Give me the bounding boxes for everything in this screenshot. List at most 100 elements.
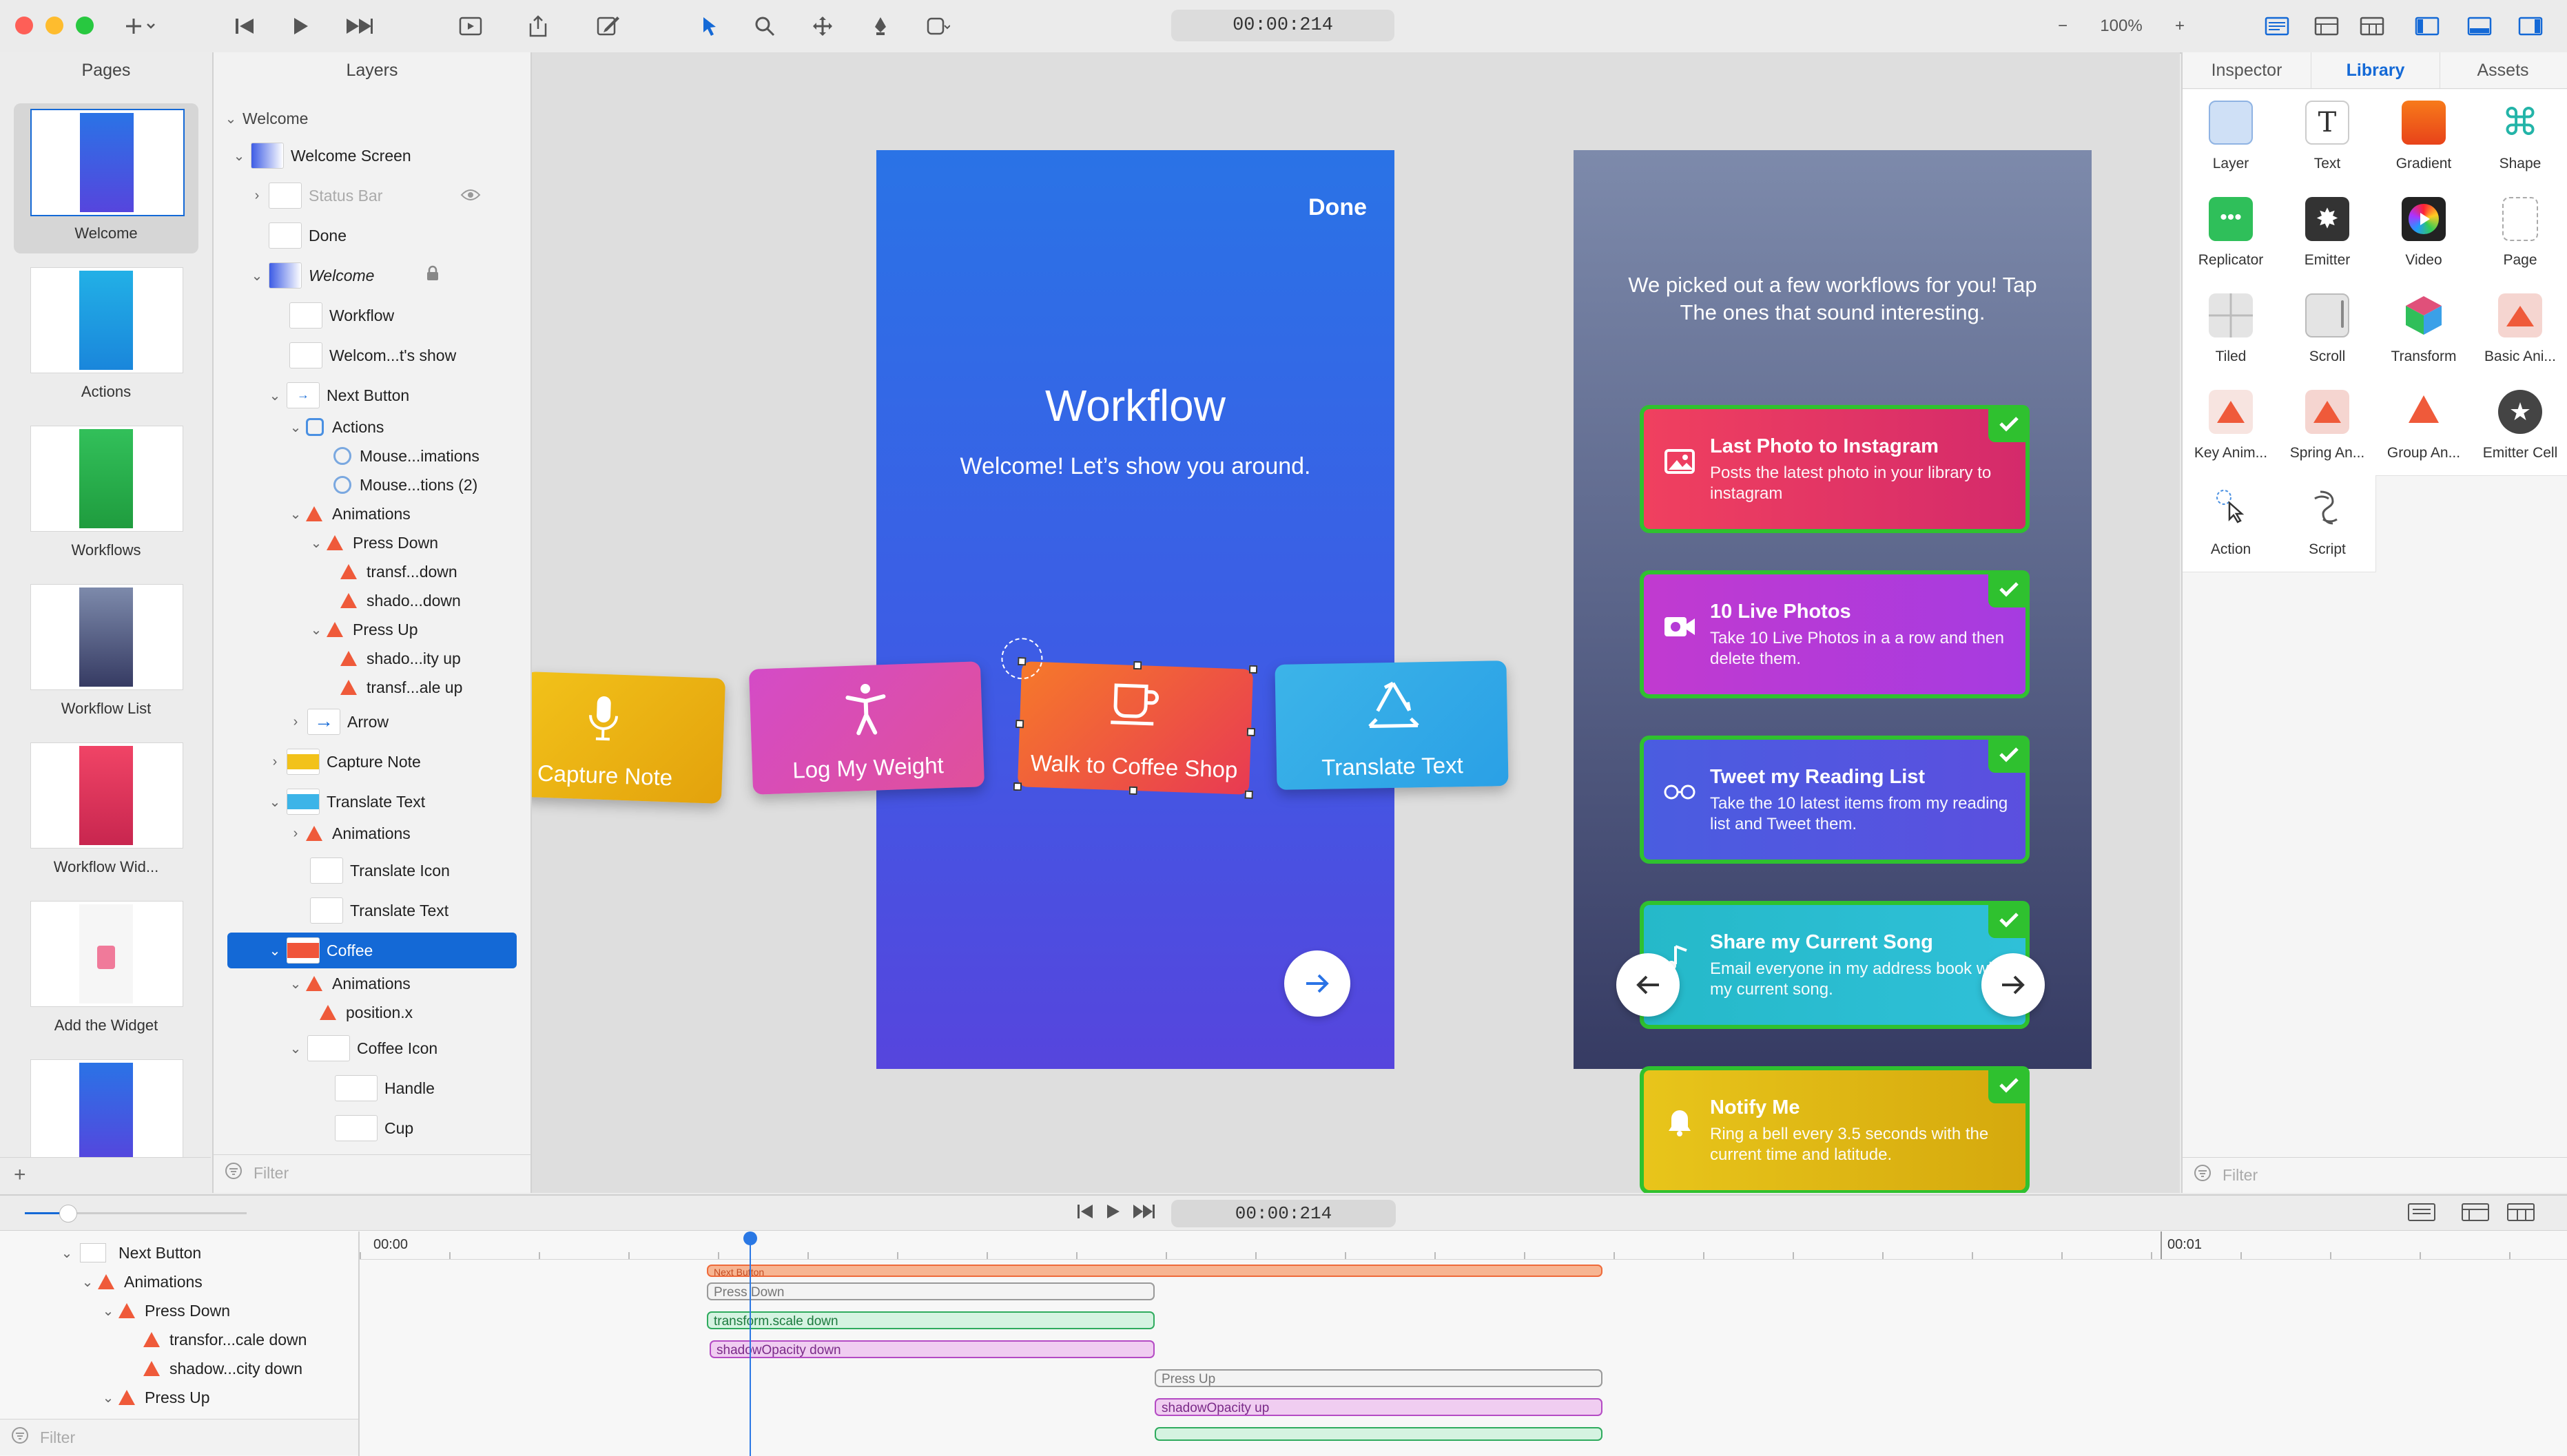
timeline-zoom-slider[interactable]	[25, 1205, 247, 1223]
chevron-down-icon[interactable]: ⌄	[101, 1302, 116, 1320]
timeline-bar[interactable]: shadowOpacity down	[710, 1340, 1155, 1358]
zoom-out-button[interactable]: −	[2049, 17, 2076, 36]
timeline-filter[interactable]: Filter	[0, 1419, 358, 1455]
page-add-the-widget[interactable]: Add the Widget	[14, 895, 198, 1046]
back-button[interactable]	[1616, 953, 1680, 1017]
library-item-emitter[interactable]: ✸ Emitter	[2279, 186, 2376, 283]
timeline-ruler[interactable]: 00:00 00:01	[360, 1231, 2567, 1260]
timeline-row[interactable]: ⌄ Press Down	[101, 1296, 230, 1325]
view-mode-1-icon[interactable]	[2260, 10, 2294, 43]
tab-inspector[interactable]: Inspector	[2183, 52, 2311, 88]
page-welcome[interactable]: Welcome	[14, 103, 198, 253]
resize-handle[interactable]	[1128, 786, 1138, 795]
layer-row[interactable]: ⌄ Welcome	[214, 258, 566, 293]
welcome-screen[interactable]: Done Workflow Welcome! Let’s show you ar…	[876, 150, 1394, 1069]
chevron-down-icon[interactable]: ⌄	[288, 975, 303, 992]
library-item-video[interactable]: Video	[2375, 186, 2473, 283]
next-button[interactable]	[1284, 950, 1350, 1017]
view-mode-3-icon[interactable]	[2355, 10, 2389, 43]
page-untitled[interactable]	[14, 1054, 198, 1157]
chevron-down-icon[interactable]: ⌄	[249, 267, 265, 284]
toggle-left-panel-icon[interactable]	[2410, 10, 2444, 43]
workflow-card-current-song[interactable]: Share my Current Song Email everyone in …	[1640, 901, 2030, 1029]
play-button[interactable]	[284, 10, 318, 43]
library-item-shape[interactable]: ⌘ Shape	[2472, 90, 2567, 187]
action-card-translate-text[interactable]: Translate Text	[1275, 661, 1509, 790]
workflow-card-notify-me[interactable]: Notify Me Ring a bell every 3.5 seconds …	[1640, 1066, 2030, 1193]
layer-row[interactable]: Done	[214, 218, 581, 253]
chevron-down-icon[interactable]: ⌄	[59, 1245, 74, 1262]
layer-group-welcome[interactable]: ⌄ Welcome	[214, 101, 540, 136]
resize-handle[interactable]	[1248, 665, 1258, 674]
close-window-button[interactable]	[15, 17, 33, 34]
zoom-in-button[interactable]: +	[2166, 17, 2194, 36]
chevron-down-icon[interactable]: ⌄	[267, 793, 282, 811]
chevron-down-icon[interactable]: ⌄	[309, 621, 324, 638]
timeline-bar[interactable]: Press Up	[1155, 1369, 1602, 1387]
edit-icon[interactable]	[591, 10, 626, 43]
library-item-replicator[interactable]: ••• Replicator	[2183, 186, 2280, 283]
library-item-transform[interactable]: Transform	[2375, 282, 2473, 379]
library-item-action[interactable]: Action	[2183, 475, 2280, 572]
canvas[interactable]: Done Workflow Welcome! Let’s show you ar…	[532, 52, 2180, 1193]
play-icon[interactable]	[1106, 1203, 1121, 1220]
share-icon[interactable]	[521, 10, 555, 43]
eye-icon[interactable]	[460, 187, 481, 205]
tab-library[interactable]: Library	[2311, 52, 2440, 88]
skip-back-icon[interactable]	[1076, 1203, 1094, 1220]
library-item-group-animation[interactable]: Group An...	[2375, 379, 2473, 476]
view-mode-2-icon[interactable]	[2309, 10, 2344, 43]
resize-handle[interactable]	[1015, 719, 1024, 729]
page-workflow-list[interactable]: Workflow List	[14, 579, 198, 729]
layer-row[interactable]: › Capture Note	[214, 744, 584, 780]
move-tool-icon[interactable]	[809, 10, 836, 43]
tab-assets[interactable]: Assets	[2439, 52, 2567, 88]
timeline-view-2-icon[interactable]	[2461, 1203, 2490, 1225]
resize-handle[interactable]	[1133, 661, 1142, 670]
chevron-down-icon[interactable]: ⌄	[267, 942, 282, 959]
present-icon[interactable]	[453, 10, 488, 43]
select-tool-icon[interactable]	[696, 10, 723, 43]
chevron-down-icon[interactable]: ⌄	[80, 1273, 95, 1291]
zoom-tool-icon[interactable]	[751, 10, 779, 43]
chevron-down-icon[interactable]: ⌄	[231, 147, 247, 165]
timeline-tracks[interactable]: Next Button Press Down transform.scale d…	[360, 1259, 2567, 1456]
timeline-row[interactable]: transfor...cale down	[141, 1325, 307, 1354]
page-actions[interactable]: Actions	[14, 262, 198, 412]
workflow-card-last-photo[interactable]: Last Photo to Instagram Posts the latest…	[1640, 405, 2030, 533]
playhead[interactable]	[743, 1231, 757, 1456]
chevron-down-icon[interactable]: ⌄	[288, 419, 303, 436]
timeline-view-3-icon[interactable]	[2506, 1203, 2535, 1225]
timeline-filter-input[interactable]: Filter	[40, 1428, 75, 1447]
layers-filter[interactable]: Filter	[214, 1154, 530, 1191]
chevron-down-icon[interactable]: ⌄	[101, 1389, 116, 1406]
resize-handle[interactable]	[1013, 782, 1022, 791]
chevron-right-icon[interactable]: ›	[249, 188, 265, 204]
timeline-bar[interactable]: Press Down	[707, 1282, 1155, 1300]
fast-forward-button[interactable]	[340, 10, 379, 43]
chevron-down-icon[interactable]: ⌄	[309, 534, 324, 552]
layer-row-coffee-selected[interactable]: ⌄ Coffee	[227, 933, 517, 968]
chevron-down-icon[interactable]: ⌄	[288, 506, 303, 523]
library-item-key-animation[interactable]: Key Anim...	[2183, 379, 2280, 476]
shape-tool-icon[interactable]	[923, 10, 953, 43]
timeline-row[interactable]: ⌄ Next Button	[59, 1238, 201, 1267]
action-card-capture-note[interactable]: Capture Note	[532, 671, 726, 804]
fast-forward-icon[interactable]	[1132, 1203, 1155, 1220]
page-workflows[interactable]: Workflows	[14, 420, 198, 570]
library-item-scroll[interactable]: Scroll	[2279, 282, 2376, 379]
workflow-card-reading-list[interactable]: Tweet my Reading List Take the 10 latest…	[1640, 736, 2030, 864]
library-item-emitter-cell[interactable]: ★ Emitter Cell	[2472, 379, 2567, 476]
layer-row[interactable]: ⌄ → Next Button	[214, 377, 584, 413]
library-filter[interactable]: Filter	[2183, 1157, 2567, 1192]
library-item-gradient[interactable]: Gradient	[2375, 90, 2473, 187]
zoom-window-button[interactable]	[76, 17, 94, 34]
layer-row[interactable]: › Status Bar	[214, 178, 566, 214]
timeline-bar-partial[interactable]	[1155, 1427, 1602, 1441]
chevron-right-icon[interactable]: ›	[267, 754, 282, 770]
timeline-row[interactable]: ⌄ Press Up	[101, 1383, 210, 1412]
slider-thumb[interactable]	[59, 1205, 77, 1223]
timeline-bar[interactable]: shadowOpacity up	[1155, 1398, 1602, 1416]
resize-handle[interactable]	[1244, 790, 1253, 800]
chevron-right-icon[interactable]: ›	[288, 826, 303, 842]
